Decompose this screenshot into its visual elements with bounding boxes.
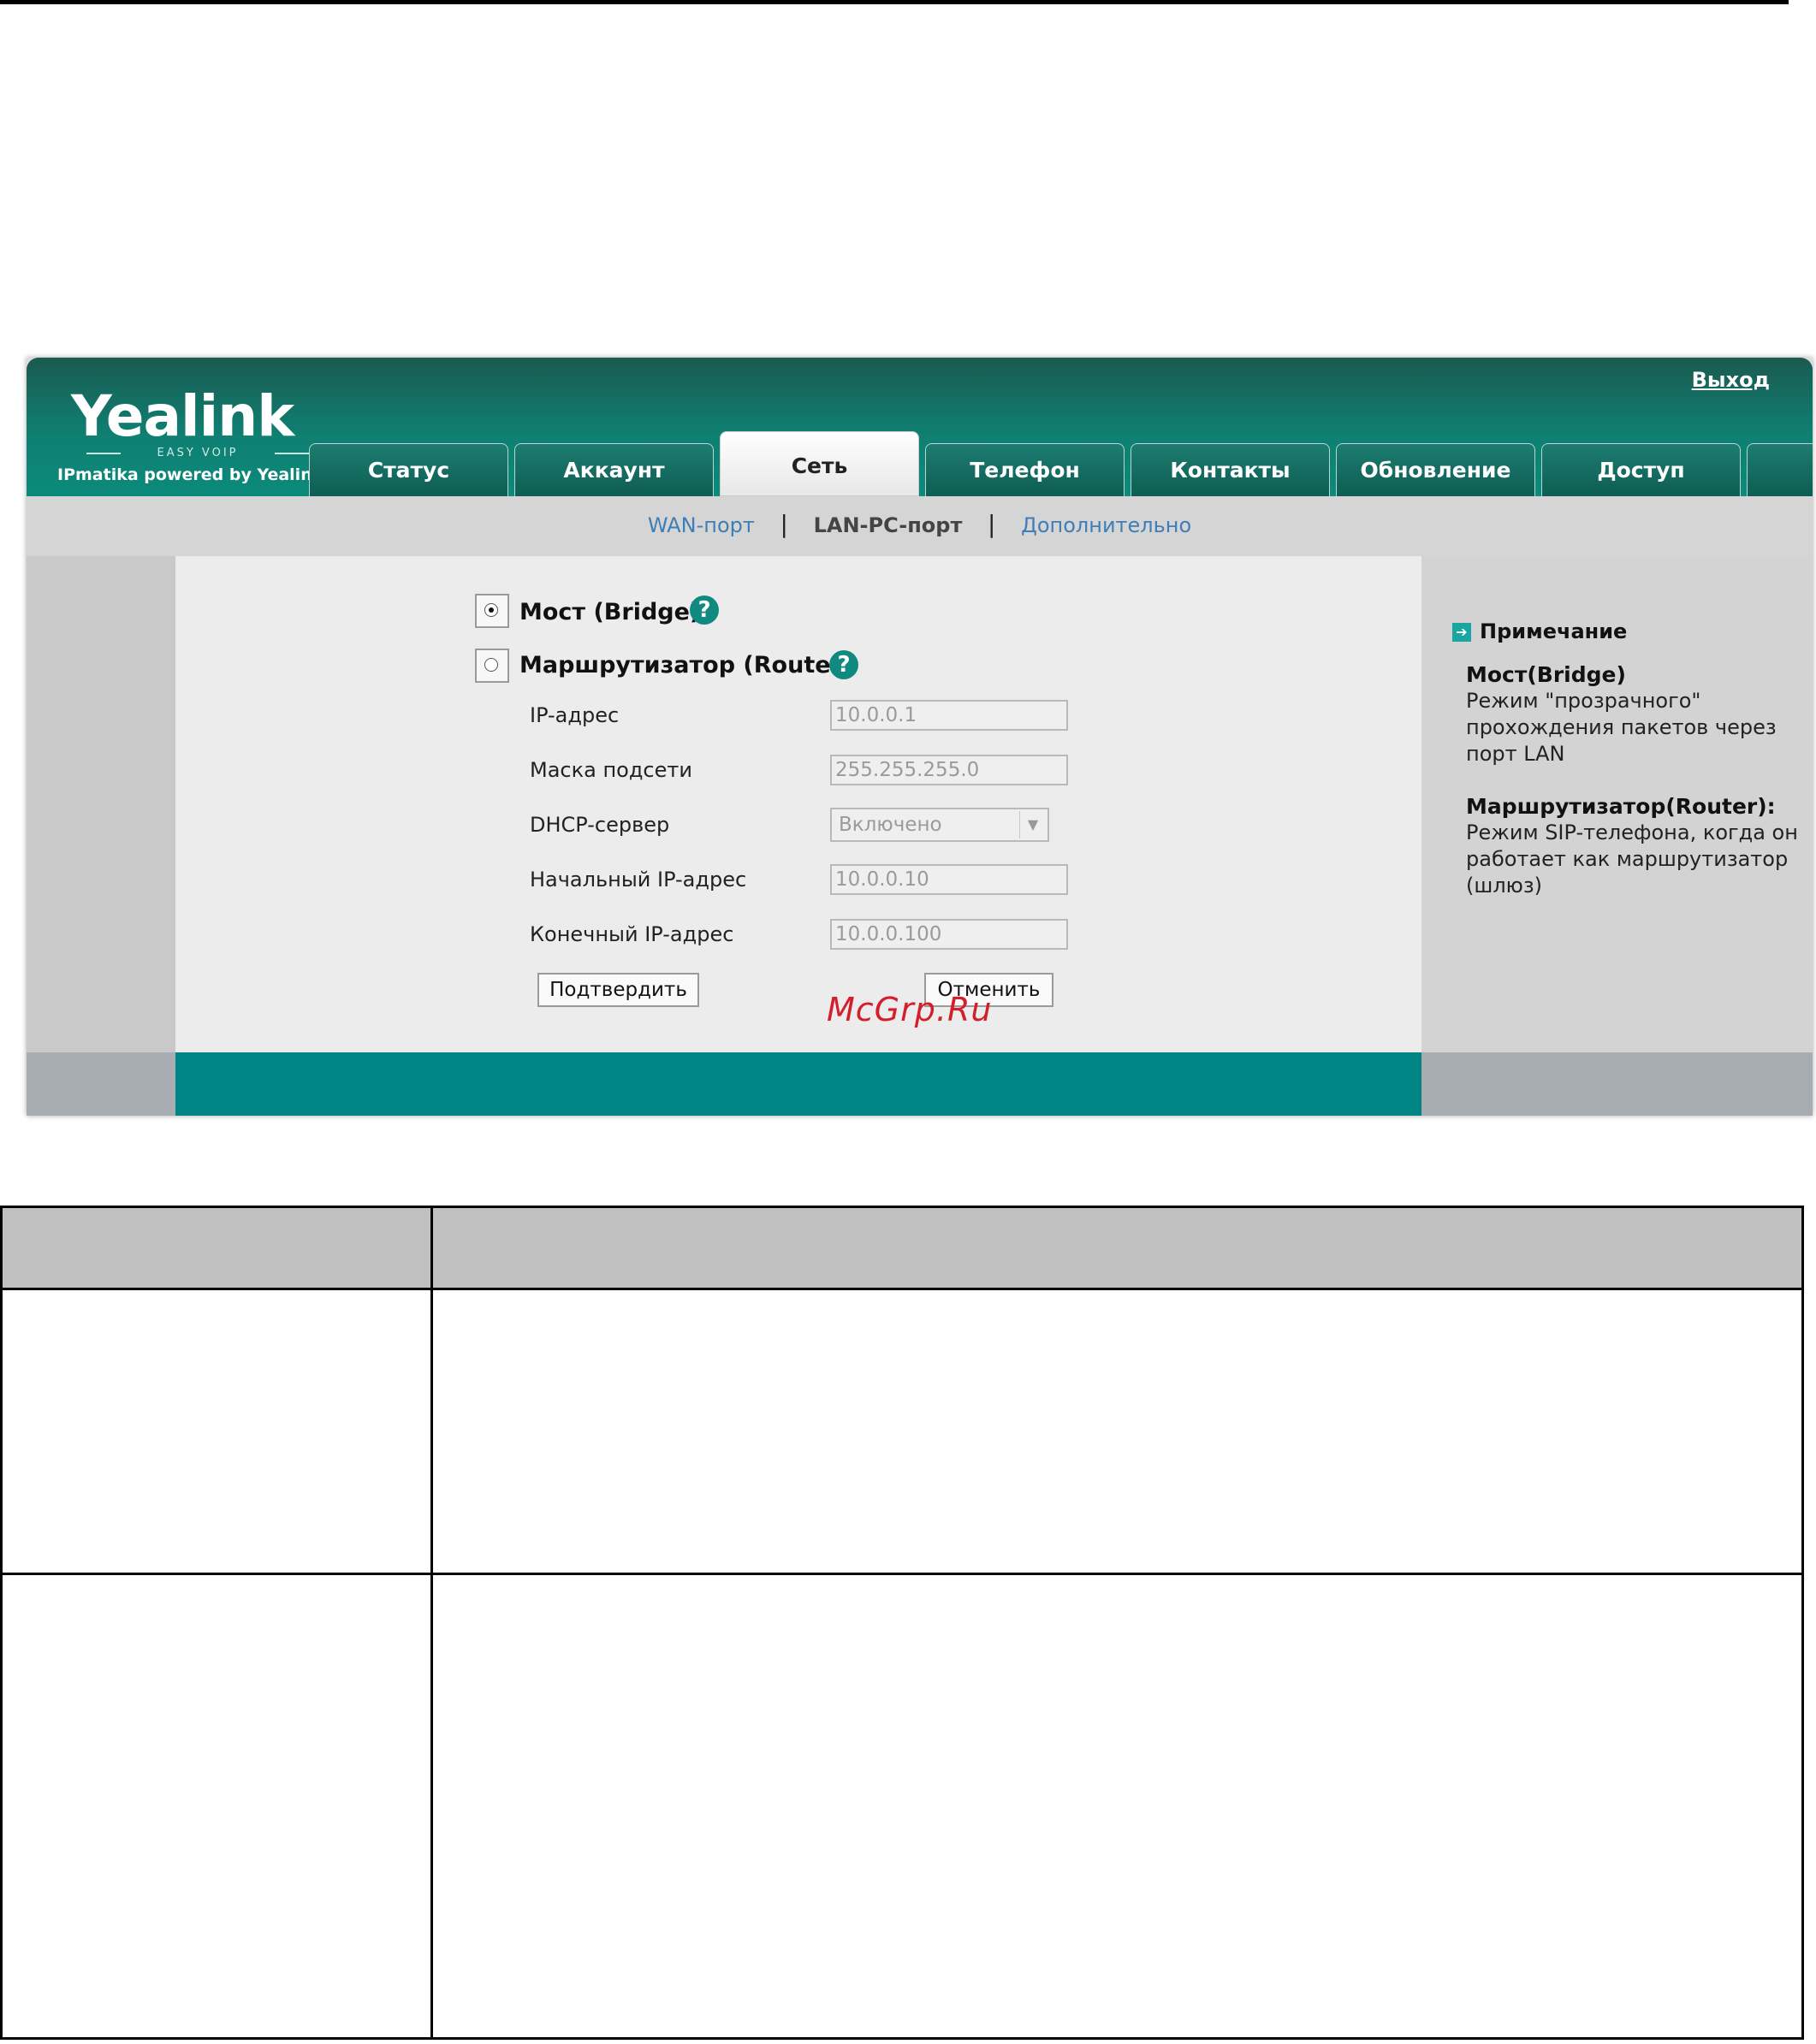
logo-tagline: IPmatika powered by Yealink bbox=[57, 465, 323, 484]
header-bar: Yealink EASY VOIP IPmatika powered by Ye… bbox=[27, 358, 1813, 496]
table-cell bbox=[430, 1288, 1804, 1575]
yealink-logo: Yealink bbox=[71, 383, 294, 449]
table-cell bbox=[430, 1573, 1804, 2040]
note-router-text: Режим SIP-телефона, когда он работает ка… bbox=[1466, 821, 1798, 898]
subnav-wan-port[interactable]: WAN-порт bbox=[648, 513, 755, 537]
page-top-rule bbox=[0, 0, 1789, 4]
table-cell bbox=[0, 1288, 433, 1575]
table-row bbox=[0, 1288, 1804, 1575]
note-title: Примечание bbox=[1480, 619, 1628, 643]
subnet-mask-input[interactable]: 255.255.255.0 bbox=[830, 755, 1068, 785]
table-header-row bbox=[0, 1206, 1804, 1290]
logo-subtext: EASY VOIP bbox=[86, 447, 309, 459]
yealink-web-ui: Yealink EASY VOIP IPmatika powered by Ye… bbox=[27, 358, 1813, 1116]
end-ip-label: Конечный IP-адрес bbox=[530, 922, 734, 946]
watermark: McGrp.Ru bbox=[827, 991, 993, 1028]
footer-right bbox=[1421, 1052, 1813, 1116]
tab-status[interactable]: Статус bbox=[309, 443, 508, 496]
footer-left bbox=[27, 1052, 175, 1116]
note-panel: ➔ Примечание Мост(Bridge) Режим "прозрач… bbox=[1421, 556, 1813, 1052]
ip-address-label: IP-адрес bbox=[530, 703, 620, 727]
tab-overflow bbox=[1747, 443, 1813, 496]
confirm-button[interactable]: Подтвердить bbox=[537, 973, 699, 1007]
tab-phone[interactable]: Телефон bbox=[925, 443, 1125, 496]
table-row bbox=[0, 1573, 1804, 2040]
bridge-help-icon[interactable]: ? bbox=[690, 595, 719, 625]
start-ip-input[interactable]: 10.0.0.10 bbox=[830, 864, 1068, 895]
tab-network[interactable]: Сеть bbox=[720, 431, 919, 496]
ip-address-input[interactable]: 10.0.0.1 bbox=[830, 700, 1068, 731]
tab-contacts[interactable]: Контакты bbox=[1131, 443, 1330, 496]
note-bridge-text: Режим "прозрачного" прохождения пакетов … bbox=[1466, 689, 1777, 766]
start-ip-label: Начальный IP-адрес bbox=[530, 868, 747, 892]
tab-account[interactable]: Аккаунт bbox=[514, 443, 714, 496]
tab-upgrade[interactable]: Обновление bbox=[1336, 443, 1535, 496]
router-radio[interactable] bbox=[475, 649, 509, 683]
end-ip-input[interactable]: 10.0.0.100 bbox=[830, 919, 1068, 950]
tab-security[interactable]: Доступ bbox=[1541, 443, 1741, 496]
subnav-lan-pc-port[interactable]: LAN-PC-порт bbox=[814, 513, 963, 537]
parameter-table bbox=[0, 1206, 1804, 2040]
bridge-radio[interactable] bbox=[475, 594, 509, 628]
logout-link[interactable]: Выход bbox=[1692, 368, 1770, 392]
sub-navigation: WAN-порт | LAN-PC-порт | Дополнительно bbox=[27, 496, 1813, 556]
subnav-separator: | bbox=[988, 510, 996, 538]
table-header-cell bbox=[0, 1206, 433, 1290]
left-column bbox=[27, 556, 175, 1052]
bridge-label: Мост (Bridge) bbox=[519, 599, 701, 625]
table-cell bbox=[0, 1573, 433, 2040]
dhcp-server-select[interactable]: Включено ▼ bbox=[830, 808, 1049, 842]
note-router-heading: Маршрутизатор(Router): bbox=[1466, 794, 1776, 819]
table-header-cell bbox=[430, 1206, 1804, 1290]
dhcp-server-value: Включено bbox=[839, 814, 942, 836]
settings-panel: Мост (Bridge) ? Маршрутизатор (Router) ?… bbox=[175, 556, 1421, 1052]
dhcp-server-label: DHCP-сервер bbox=[530, 813, 670, 837]
router-radio-dot bbox=[484, 658, 498, 672]
subnav-separator: | bbox=[780, 510, 788, 538]
chevron-down-icon[interactable]: ▼ bbox=[1019, 811, 1046, 838]
router-label: Маршрутизатор (Router) bbox=[519, 652, 853, 678]
router-help-icon[interactable]: ? bbox=[829, 650, 858, 679]
subnet-mask-label: Маска подсети bbox=[530, 758, 692, 782]
note-bridge-heading: Мост(Bridge) bbox=[1466, 662, 1626, 687]
footer-bar bbox=[175, 1052, 1421, 1116]
arrow-right-icon: ➔ bbox=[1452, 623, 1471, 642]
bridge-radio-dot bbox=[484, 603, 498, 617]
subnav-advanced[interactable]: Дополнительно bbox=[1021, 513, 1191, 537]
